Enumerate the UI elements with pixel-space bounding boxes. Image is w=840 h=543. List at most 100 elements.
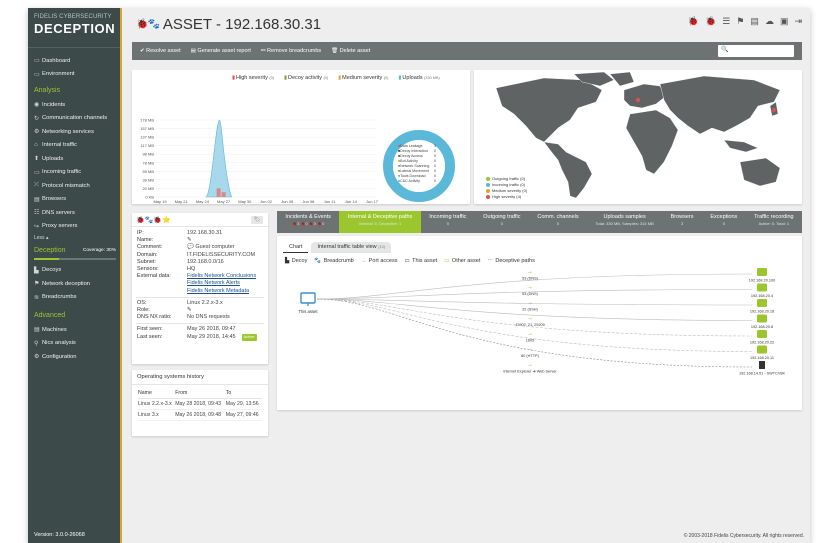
header-action-icon[interactable]: ☰ [722,16,730,27]
sidebar-item-protocol-mismatch[interactable]: ⤫ Protocol mismatch [34,179,120,193]
other-asset-node-icon[interactable] [757,330,767,338]
tag-icon[interactable]: 🏷 [251,215,263,224]
legend-item[interactable]: ▮High severity (3) [232,75,274,81]
header-action-icon[interactable]: 🐞 [705,16,716,27]
sidebar-item-machines[interactable]: ▤ Machines [34,323,120,337]
sidebar-item-configuration[interactable]: ⚙ Configuration [34,350,120,364]
search-input[interactable]: 🔍 [718,45,794,57]
header-action-icon[interactable]: ⚑ [736,16,744,27]
donut-legend-row: ■C&C Activity 0 [398,179,436,184]
sidebar-item-networking-services[interactable]: ⚙ Networking services [34,125,120,139]
graph-legend: ▙ Decoy 🐾 Breadcrumb → Port access ▭ This a… [277,253,802,264]
tab-traffic-recording[interactable]: Traffic recording Active: 0, Total: 1 [746,211,802,233]
tab-exceptions[interactable]: Exceptions 0 [702,211,746,233]
detail-value: IT.FIDELISSECURITY.COM [187,251,256,258]
sidebar-item-incidents[interactable]: ◉ Incidents [34,98,120,112]
legend-label: Decoy activity [288,75,324,81]
subtab-table-view[interactable]: Internal traffic table view (10) [311,242,391,253]
sidebar-item-environment[interactable]: ▭ Environment [34,68,120,82]
less-toggle[interactable]: Less ▴ [34,235,120,241]
port-label: 22 (SSH) [522,308,538,312]
decoy-node-icon[interactable] [759,361,765,369]
legend-swatch-icon: ▮ [338,75,342,81]
legend-item[interactable]: ▮Decoy activity (0) [284,75,328,81]
map-marker-high[interactable] [771,107,777,113]
delete-asset-button[interactable]: 🗑 Delete asset [331,48,370,54]
high-severity-bar[interactable] [221,192,226,197]
remove-breadcrumbs-button[interactable]: ⚯ Remove breadcrumbs [261,48,321,54]
external-data-link[interactable]: Fidelis Network Alerts [187,280,256,287]
tab-comm-channels[interactable]: Comm. channels 0 [529,211,587,233]
target-address-label: 192.168.14.51 - SWTCV8K [739,372,785,376]
donut-swatch-icon: ■ [398,174,401,178]
internal-path-edge[interactable] [316,298,753,306]
sidebar-item-proxy-servers[interactable]: ↪ Proxy servers [34,220,120,234]
detail-label: DNS NX ratio: [137,314,172,321]
header-action-icon[interactable]: 🐞 [688,16,699,27]
tab-label: Exceptions [710,214,738,220]
other-asset-node-icon[interactable] [757,283,767,292]
header-action-icon[interactable]: ▤ [750,16,759,27]
sidebar-item-breadcrumbs[interactable]: ≋ Breadcrumbs [34,291,120,305]
sidebar: FIDELIS CYBERSECURITY DECEPTION ▭ Dashboa… [28,8,122,543]
header-action-icon[interactable]: ⇥ [794,16,802,27]
tab-uploads-samples[interactable]: Uploads samples Total: 330 MB, Samples: 3… [587,211,662,233]
tab-label: Incoming traffic [429,214,467,220]
header-action-icon[interactable]: ▣ [780,16,789,27]
paths-graph[interactable]: This asset→53 (DNS) 192.168.20.100→53 (DN… [277,266,802,410]
external-data-link[interactable]: Fidelis Network Metadata [187,288,256,295]
uploads-area[interactable] [205,119,233,198]
tab-count: 0 [500,221,503,226]
sidebar-item-uploads[interactable]: ⬆ Uploads [34,152,120,166]
subtab-table-count: (10) [378,245,385,249]
header-action-icon[interactable]: ☁ [765,16,774,27]
map-marker-high[interactable] [635,97,641,103]
brand-logo[interactable]: FIDELIS CYBERSECURITY DECEPTION [28,8,120,48]
other-asset-node-icon[interactable] [757,299,767,307]
other-asset-node-icon[interactable] [757,268,767,276]
port-label: 80 (HTTP) [521,354,539,358]
port-access-arrow: → [527,331,533,337]
legend-swatch-icon: ▮ [232,75,236,81]
subtab-chart[interactable]: Chart [283,242,309,253]
x-tick-label: May 21 [175,199,189,204]
map-legend-dot-icon [486,183,490,187]
tab-internal-deceptive-paths[interactable]: Internal & Deceptive paths Internal: 5, D… [339,211,421,233]
this-asset-node-icon[interactable] [300,292,316,304]
sidebar-item-dashboard[interactable]: ▭ Dashboard [34,54,120,68]
legend-item[interactable]: ▮Medium severity (0) [338,75,388,81]
other-asset-node-icon[interactable] [757,345,767,354]
donut-swatch-icon: ■ [398,169,401,173]
external-data-link[interactable]: Fidelis Network Conclusions [187,273,256,280]
sidebar-item-decoys[interactable]: ▙ Decoys [34,264,120,278]
resolve-asset-button[interactable]: ✔ Resolve asset [140,48,181,54]
tab-count: Internal: 5, Deceptive: 1 [358,221,402,226]
sidebar-item-nics-analysis[interactable]: ⚲ Nics analysis [34,337,120,351]
tab-outgoing-traffic[interactable]: Outgoing traffic 0 [475,211,529,233]
donut-swatch-icon: ■ [398,154,401,158]
detail-value: 💬 Guest computer [187,244,235,251]
legend-item[interactable]: ▮Uploads (330 MB) [398,75,439,81]
high-severity-bar[interactable] [216,188,221,197]
graph-legend-label: Port access [367,258,398,264]
nics-icon: ⚲ [34,340,39,347]
other-asset-node-icon[interactable] [757,314,767,323]
sidebar-item-browsers[interactable]: ▤ Browsers [34,193,120,207]
sidebar-item-network-deception[interactable]: ⚑ Network deception [34,277,120,291]
sidebar-item-incoming-traffic[interactable]: ▭ Incoming traffic [34,166,120,180]
os-history-title: Operating systems history [132,370,268,385]
y-tick-label: 20 MB [142,186,154,191]
graph-legend-item: 🐾 Breadcrumb [314,258,353,264]
sidebar-item-internal-traffic[interactable]: ⌂ Internal traffic [34,139,120,153]
tab-label: Traffic recording [754,214,794,220]
table-cell: May 27, 09:46 [225,409,262,421]
internal-path-edge[interactable] [316,298,753,337]
sidebar-item-communication-channels[interactable]: ↻ Communication channels [34,112,120,126]
detail-value[interactable]: ✎ [187,307,192,314]
generate-report-button[interactable]: ▤ Generate asset report [191,48,251,54]
target-address-label: 192.168.20.18 [750,310,774,314]
tab-incoming-traffic[interactable]: Incoming traffic 0 [421,211,475,233]
tab-browsers[interactable]: Browsers 3 [662,211,702,233]
tab-incidents-events[interactable]: Incidents & Events 🐞3 🐞0 🐞0 🐞0 [277,211,339,233]
sidebar-item-dns-servers[interactable]: ☷ DNS servers [34,206,120,220]
